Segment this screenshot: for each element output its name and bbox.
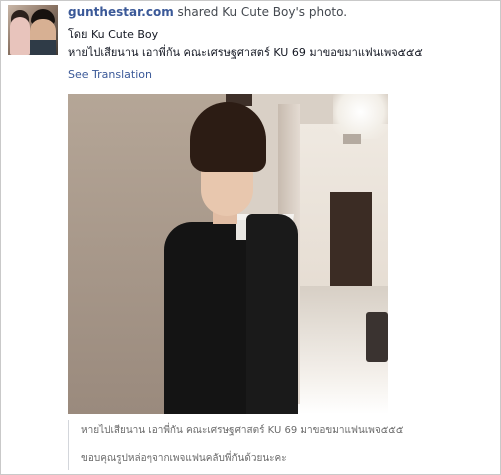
photo-description-line: หายไปเสียนาน เอาพี่กัน คณะเศรษฐศาสตร์ KU… (81, 425, 404, 436)
photo-chair (366, 312, 388, 362)
actor-link[interactable]: gunthestar.com (68, 5, 174, 19)
post-caption: หายไปเสียนาน เอาพี่กัน คณะเศรษฐศาสตร์ KU… (68, 46, 423, 59)
see-translation-link[interactable]: See Translation (68, 68, 152, 82)
post-header: gunthestar.com shared Ku Cute Boy's phot… (68, 4, 347, 20)
photo-suit-left (164, 222, 248, 414)
photo-suit-right (246, 214, 298, 414)
photo-description: หายไปเสียนาน เอาพี่กัน คณะเศรษฐศาสตร์ KU… (68, 420, 403, 470)
photo-hair (190, 102, 266, 172)
by-line: โดย Ku Cute Boy (68, 28, 159, 41)
post-photo[interactable] (68, 94, 388, 414)
photo-ceiling-light (333, 94, 388, 139)
page-avatar[interactable] (8, 5, 58, 55)
photo-door (330, 192, 372, 288)
avatar-shirt (30, 40, 56, 55)
photo-vent (343, 134, 361, 144)
action-text: shared Ku Cute Boy's photo. (177, 5, 348, 19)
avatar-person-left (10, 17, 30, 55)
photo-description-line: ขอบคุณรูปหล่อๆจากเพจแฟนคลับพี่กันด้วยนะค… (81, 453, 287, 464)
photo-collar (236, 220, 246, 240)
